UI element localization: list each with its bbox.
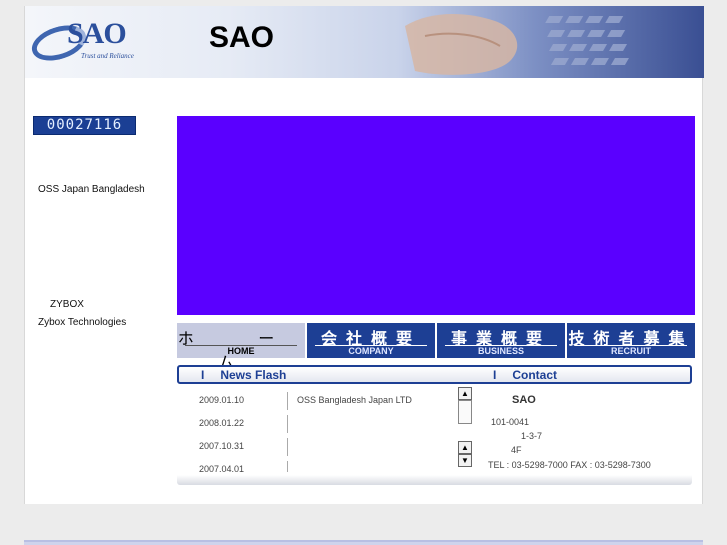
bottom-bar — [24, 540, 703, 545]
header-banner: SAO Trust and Reliance SAO — [25, 6, 704, 78]
main-nav: ホ ー ム HOME 会社概要 COMPANY 事業概要 BUSINESS 技術… — [177, 323, 695, 372]
tab-company-en: COMPANY — [348, 346, 394, 356]
logo-tagline: Trust and Reliance — [81, 52, 134, 60]
contact-address: 1-3-7 — [521, 431, 543, 441]
tab-home[interactable]: ホ ー ム HOME — [177, 323, 307, 372]
sidebar-link-zybox[interactable]: ZYBOX — [50, 299, 84, 310]
divider — [287, 392, 288, 410]
sidebar-link-zybox-technologies[interactable]: Zybox Technologies — [38, 317, 126, 328]
page: SAO Trust and Reliance SAO 00027116 OSS … — [24, 6, 704, 504]
contact-phone: TEL : 03-5298-7000 FAX : 03-5298-7300 — [488, 460, 651, 470]
tab-recruit-en: RECRUIT — [611, 346, 651, 356]
divider — [287, 438, 288, 456]
scroll-up-button[interactable]: ▲ — [458, 441, 472, 454]
divider — [287, 415, 288, 433]
tab-business[interactable]: 事業概要 BUSINESS — [437, 323, 567, 358]
footer-strip — [177, 475, 692, 485]
pin-icon: I — [201, 368, 205, 382]
scroll-up-button[interactable]: ▲ — [458, 387, 472, 400]
keyboard-hand-image — [405, 14, 629, 75]
pin-icon: I — [493, 368, 497, 382]
news-date: 2007.04.01 — [199, 464, 245, 472]
contact-name: SAO — [512, 394, 536, 406]
sidebar-link-oss-japan[interactable]: OSS Japan Bangladesh — [38, 184, 145, 195]
contact-floor: 4F — [511, 445, 522, 455]
contact-panel: SAO 101-0041 1-3-7 4F TEL : 03-5298-7000… — [480, 386, 695, 472]
news-item[interactable]: 2008.01.22 — [177, 414, 455, 434]
logo-word: SAO — [67, 17, 127, 50]
news-date: 2009.01.10 — [199, 395, 245, 405]
sao-logo[interactable]: SAO Trust and Reliance — [27, 15, 141, 67]
news-text[interactable]: OSS Bangladesh Japan LTD — [297, 395, 412, 405]
news-item[interactable]: 2009.01.10 OSS Bangladesh Japan LTD — [177, 391, 455, 411]
contact-postal: 101-0041 — [491, 417, 530, 427]
tab-home-en: HOME — [227, 346, 255, 356]
hero-banner — [177, 116, 695, 315]
news-item[interactable]: 2007.04.01 — [177, 460, 455, 472]
news-list: 2009.01.10 OSS Bangladesh Japan LTD 2008… — [177, 386, 455, 472]
contact-label: Contact — [512, 368, 558, 382]
tab-business-en: BUSINESS — [477, 346, 524, 356]
section-header-bar: I News Flash I Contact — [177, 365, 692, 384]
scroll-down-button[interactable]: ▼ — [458, 454, 472, 467]
tab-company[interactable]: 会社概要 COMPANY — [307, 323, 437, 358]
news-date: 2007.10.31 — [199, 441, 245, 451]
news-flash-heading: I News Flash — [201, 368, 286, 382]
tab-recruit[interactable]: 技術者募集 RECRUIT — [567, 323, 695, 358]
scroll-track[interactable] — [458, 400, 472, 424]
visitor-counter: 00027116 — [33, 116, 136, 135]
news-date: 2008.01.22 — [199, 418, 245, 428]
contact-heading: I Contact — [493, 368, 557, 382]
divider — [287, 461, 288, 472]
news-flash-label: News Flash — [220, 368, 287, 382]
site-title: SAO — [209, 21, 275, 54]
news-item[interactable]: 2007.10.31 — [177, 437, 455, 457]
